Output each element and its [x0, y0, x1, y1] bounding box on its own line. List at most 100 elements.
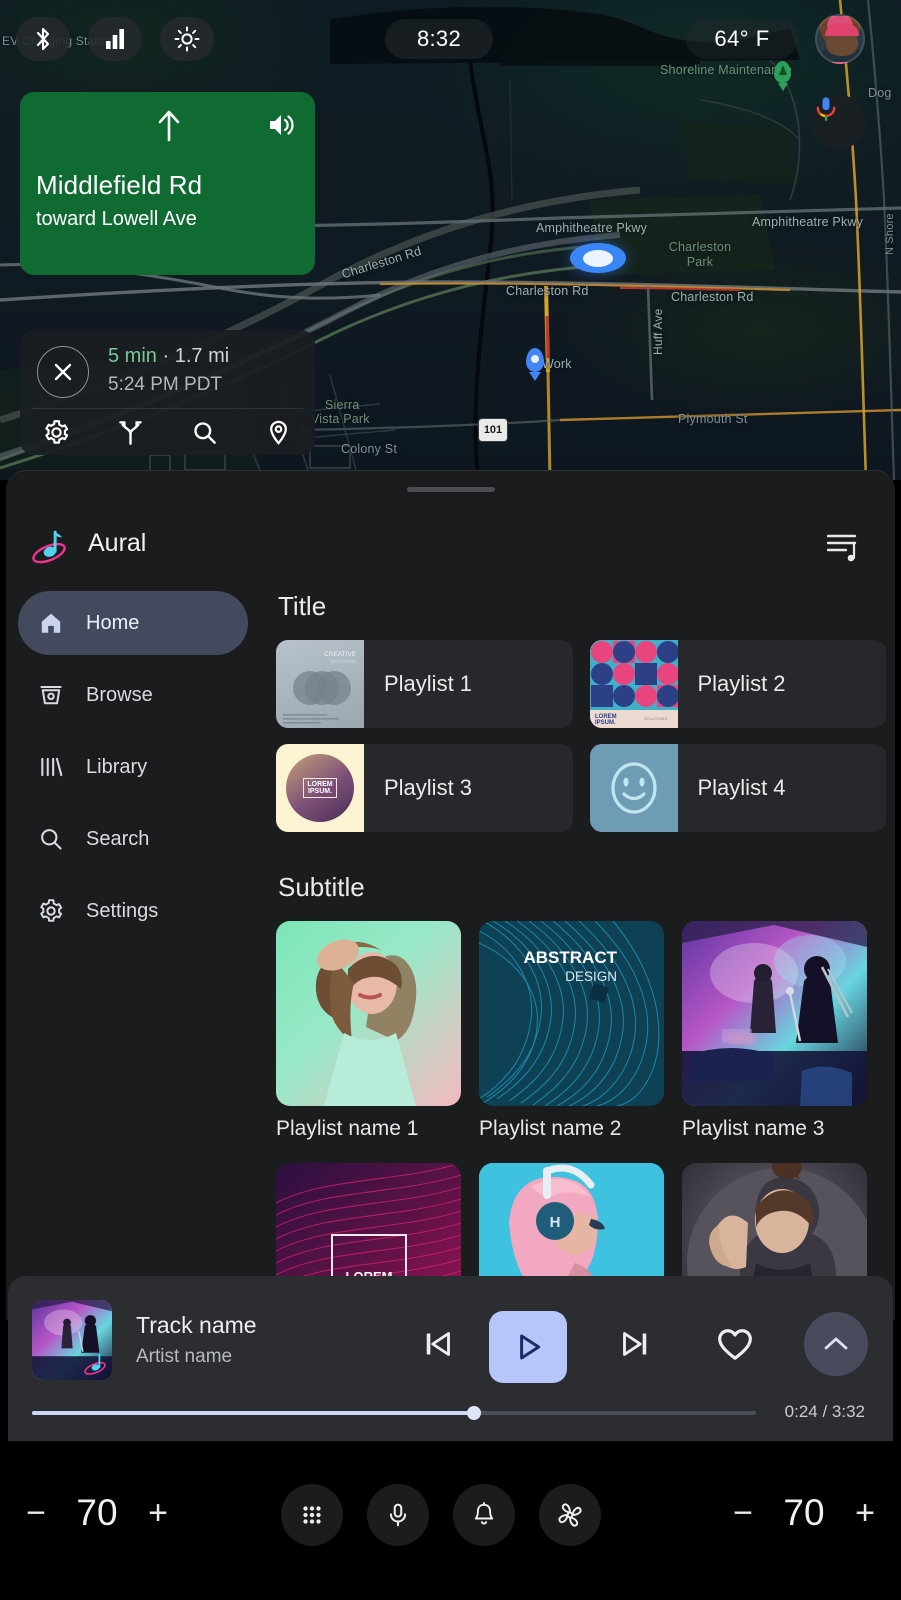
next-track-button[interactable] — [617, 1326, 653, 1362]
svg-text:ABSTRACT: ABSTRACT — [524, 948, 618, 967]
seek-bar[interactable] — [32, 1406, 756, 1420]
sidebar-item-search[interactable]: Search — [18, 807, 248, 871]
queue-list-icon — [826, 534, 857, 562]
map-label: Work — [542, 357, 572, 371]
volume-on-icon[interactable] — [267, 112, 297, 138]
playlist-card-label: Playlist 1 — [384, 671, 473, 696]
map-label: N Shore — [884, 213, 896, 255]
sidebar-item-label: Home — [86, 611, 140, 634]
playlist-tile[interactable]: Playlist name 3 — [682, 921, 867, 1141]
map-label: Huff Ave — [651, 308, 665, 355]
temperature-display: 64° F — [686, 19, 798, 59]
bluetooth-button[interactable] — [16, 17, 70, 61]
sidebar-item-label: Browse — [86, 683, 153, 706]
playlist-card-label: Playlist 3 — [384, 775, 473, 800]
end-navigation-button[interactable] — [37, 346, 89, 398]
sidebar-item-settings[interactable]: Settings — [18, 879, 248, 943]
work-destination-pin[interactable] — [526, 348, 544, 372]
sidebar-item-browse[interactable]: Browse — [18, 663, 248, 727]
playlist-tile[interactable]: ABSTRACT DESIGN Playlist name 2 — [479, 921, 664, 1141]
playlist-tile[interactable]: Playlist name 1 — [276, 921, 461, 1141]
queue-button[interactable] — [826, 531, 861, 563]
volume-decrease-button[interactable]: − — [14, 1494, 58, 1533]
playlist-artwork: LOREM IPSUM. SOLUTIONS — [589, 640, 678, 728]
climate-decrease-button[interactable]: − — [721, 1494, 765, 1533]
left-volume-control: − 70 + — [14, 1492, 180, 1534]
notification-bell-icon — [474, 1502, 494, 1525]
playlist-card[interactable]: LOREM IPSUM. Playlist 3 — [276, 744, 573, 832]
google-assistant-mic-icon — [816, 97, 836, 121]
playlist-artwork: CREATIVE SOLUTIONS — [276, 640, 364, 728]
playlist-artwork — [589, 744, 678, 832]
playlist-artwork: ABSTRACT DESIGN — [479, 921, 664, 1106]
sidebar-item-home[interactable]: Home — [18, 591, 248, 655]
close-x-icon — [54, 363, 72, 381]
eta-divider — [32, 408, 303, 409]
highway-shield: 101 — [478, 418, 508, 442]
map-label: Dog — [868, 86, 892, 100]
alternate-routes-button[interactable] — [94, 410, 168, 455]
google-assistant-button[interactable] — [812, 95, 866, 149]
map-label: Amphitheatre Pkwy — [752, 215, 864, 229]
skip-next-icon — [623, 1332, 647, 1356]
svg-text:IPSUM.: IPSUM. — [595, 720, 616, 726]
playlist-card[interactable]: Playlist 4 — [589, 744, 886, 832]
playlist-card[interactable]: CREATIVE SOLUTIONS Playlist 1 — [276, 640, 573, 728]
apps-grid-button[interactable] — [281, 1484, 343, 1546]
right-volume-control: − 70 + — [721, 1492, 887, 1534]
seek-bar-fill — [32, 1411, 474, 1415]
play-button[interactable] — [489, 1311, 567, 1383]
home-icon — [38, 610, 72, 636]
status-bar: 8:32 64° F — [0, 0, 901, 78]
sidebar-item-library[interactable]: Library — [18, 735, 248, 799]
search-icon — [38, 826, 72, 852]
volume-increase-button[interactable]: + — [136, 1494, 180, 1533]
map-label: Charleston Park — [668, 240, 732, 269]
map-label: Vista Park — [311, 412, 370, 426]
playlist-card[interactable]: LOREM IPSUM. SOLUTIONS Playlist 2 — [589, 640, 886, 728]
playlist-card-label: Playlist 4 — [697, 775, 786, 800]
settings-gear-icon — [38, 898, 72, 924]
android-auto-screen: EV Charging Station Shoreline Maintenanc… — [0, 0, 901, 1600]
nav-settings-button[interactable] — [20, 410, 94, 455]
app-title: Aural — [88, 529, 147, 557]
playlist-tile-label: Playlist name 1 — [276, 1117, 419, 1140]
microphone-button[interactable] — [367, 1484, 429, 1546]
now-playing-artwork[interactable] — [32, 1300, 112, 1380]
seek-bar-handle[interactable] — [466, 1406, 481, 1420]
map-label: Charleston Rd — [506, 284, 589, 298]
nav-search-button[interactable] — [168, 410, 242, 455]
wide-card-grid: CREATIVE SOLUTIONS Playlist 1 LOREM IPSU… — [276, 640, 886, 832]
vehicle-position-puck — [570, 243, 626, 273]
search-icon — [194, 422, 216, 444]
track-title: Track name — [136, 1312, 257, 1338]
aural-logo-icon — [32, 530, 66, 564]
playlist-artwork: LOREM IPSUM. — [276, 744, 364, 832]
app-sidebar: Home Browse Library Search Settings — [6, 591, 266, 951]
settings-icon — [45, 420, 69, 444]
svg-text:CREATIVE: CREATIVE — [324, 651, 357, 658]
chevron-up-icon — [824, 1337, 848, 1350]
nav-street-name: Middlefield Rd — [36, 170, 203, 200]
music-app-panel: Aural Home Browse Library Search Setting… — [6, 470, 895, 1320]
expand-player-button[interactable] — [804, 1312, 868, 1376]
playback-time: 0:24 / 3:32 — [784, 1402, 865, 1421]
notification-button[interactable] — [453, 1484, 515, 1546]
map-label: Plymouth St — [678, 412, 748, 426]
signal-button[interactable] — [88, 17, 142, 61]
climate-fan-button[interactable] — [539, 1484, 601, 1546]
climate-increase-button[interactable]: + — [843, 1494, 887, 1533]
nav-location-button[interactable] — [241, 410, 315, 455]
avatar[interactable] — [815, 14, 865, 64]
playlist-artwork — [276, 921, 461, 1106]
section-title: Title — [278, 591, 327, 621]
library-icon — [38, 754, 72, 780]
panel-drag-handle[interactable] — [406, 487, 495, 492]
favorite-button[interactable] — [715, 1324, 755, 1364]
brightness-button[interactable] — [160, 17, 214, 61]
skip-previous-icon — [426, 1332, 450, 1356]
previous-track-button[interactable] — [420, 1326, 456, 1362]
alternate-routes-icon — [119, 421, 142, 445]
navigation-card[interactable]: Middlefield Rd toward Lowell Ave — [20, 92, 315, 275]
eta-card: 5 min · 1.7 mi 5:24 PM PDT — [20, 330, 315, 455]
